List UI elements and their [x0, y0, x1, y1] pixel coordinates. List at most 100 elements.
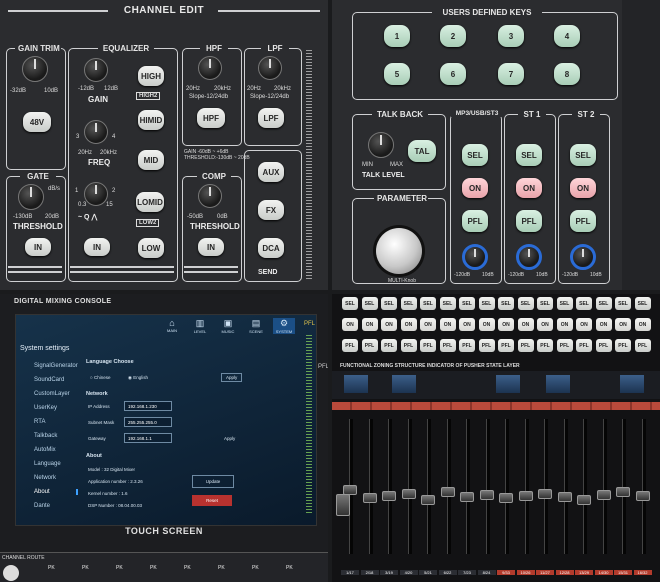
- side-user-key[interactable]: UserKey: [34, 405, 76, 411]
- subnet-mask-field[interactable]: 255.255.255.0: [124, 417, 172, 427]
- gain-trim-knob[interactable]: [22, 56, 48, 82]
- talkback-button[interactable]: TAL: [408, 140, 436, 162]
- nav-main[interactable]: ⌂ MAIN: [161, 318, 183, 333]
- pfl-button-ch4[interactable]: PFL: [400, 339, 417, 352]
- on-button-ch2[interactable]: ON: [361, 318, 378, 331]
- sel-button-ch3[interactable]: SEL: [381, 297, 397, 310]
- user-key-2[interactable]: 2: [440, 25, 466, 47]
- sel-button-ch10[interactable]: SEL: [517, 297, 534, 310]
- user-key-6[interactable]: 6: [440, 63, 466, 85]
- gateway-field[interactable]: 192.168.1.1: [124, 433, 172, 443]
- ip-address-field[interactable]: 192.168.1.230: [124, 401, 172, 411]
- eq-freq-knob[interactable]: [84, 120, 108, 144]
- lang-english-radio[interactable]: ◉ English: [128, 375, 148, 381]
- fader-cap-ch16[interactable]: [635, 491, 650, 501]
- pfl-button-ch14[interactable]: PFL: [595, 339, 612, 352]
- sel-button-ch4[interactable]: SEL: [400, 297, 417, 310]
- nav-scene[interactable]: ▤ SCENE: [245, 318, 267, 334]
- pfl-button-ch15[interactable]: PFL: [615, 339, 631, 352]
- on-button-ch7[interactable]: ON: [459, 318, 475, 331]
- user-key-5[interactable]: 5: [384, 63, 410, 85]
- comp-threshold-knob[interactable]: [198, 184, 222, 208]
- on-button-ch14[interactable]: ON: [595, 318, 612, 331]
- talk-level-knob[interactable]: [368, 132, 394, 158]
- gate-threshold-knob[interactable]: [18, 184, 44, 210]
- eq-himid-button[interactable]: HIMID: [138, 110, 164, 130]
- pfl-button-ch6[interactable]: PFL: [439, 339, 456, 352]
- sel-button-ch7[interactable]: SEL: [459, 297, 475, 310]
- fader-cap-ch15[interactable]: [616, 487, 630, 498]
- pfl-button-ch13[interactable]: PFL: [576, 339, 592, 352]
- strip-mp3-sel[interactable]: SEL: [462, 144, 488, 166]
- pfl-button-ch2[interactable]: PFL: [361, 339, 378, 352]
- left-fader-cap[interactable]: [336, 494, 350, 516]
- fader-cap-ch6[interactable]: [440, 487, 455, 498]
- nav-system[interactable]: ⚙ SYSTEM: [273, 318, 295, 334]
- on-button-ch4[interactable]: ON: [400, 318, 417, 331]
- fx-button[interactable]: FX: [258, 200, 284, 220]
- lpf-knob[interactable]: [258, 56, 282, 80]
- dca-button[interactable]: DCA: [258, 238, 284, 258]
- lang-chinese-radio[interactable]: ○ Chinese: [90, 375, 110, 380]
- fader-cap-ch11[interactable]: [538, 488, 552, 499]
- fader-cap-ch5[interactable]: [421, 494, 435, 505]
- side-custom-layer[interactable]: CustomLayer: [34, 391, 76, 397]
- aux-button[interactable]: AUX: [258, 162, 284, 182]
- sel-button-ch11[interactable]: SEL: [537, 297, 553, 310]
- route-knob[interactable]: [3, 565, 19, 581]
- user-key-3[interactable]: 3: [498, 25, 524, 47]
- eq-lomid-button[interactable]: LOMID: [136, 192, 164, 212]
- user-key-4[interactable]: 4: [554, 25, 580, 47]
- fader-cap-ch10[interactable]: [518, 491, 533, 501]
- side-network[interactable]: Network: [34, 475, 76, 481]
- 48v-button[interactable]: 48V: [23, 112, 51, 132]
- sel-button-ch14[interactable]: SEL: [595, 297, 612, 310]
- side-signal-generator[interactable]: SignalGenerator: [34, 363, 78, 369]
- side-about[interactable]: About: [34, 489, 78, 495]
- strip-st2-on[interactable]: ON: [570, 178, 596, 198]
- network-apply-button[interactable]: Apply: [224, 436, 235, 441]
- strip-st1-level-knob[interactable]: [516, 244, 542, 270]
- on-button-ch3[interactable]: ON: [381, 318, 397, 331]
- comp-in-button[interactable]: IN: [198, 238, 224, 256]
- nav-music[interactable]: ▣ MUSIC: [217, 318, 239, 334]
- sel-button-ch5[interactable]: SEL: [420, 297, 436, 310]
- eq-low-button[interactable]: LOW: [138, 238, 164, 258]
- fader-cap-ch3[interactable]: [382, 491, 396, 501]
- pfl-button-ch3[interactable]: PFL: [381, 339, 397, 352]
- sel-button-ch8[interactable]: SEL: [478, 297, 495, 310]
- on-button-ch5[interactable]: ON: [420, 318, 436, 331]
- eq-high-button[interactable]: HIGH: [138, 66, 164, 86]
- pfl-button-ch7[interactable]: PFL: [459, 339, 475, 352]
- fader-cap-ch2[interactable]: [362, 493, 377, 504]
- strip-st2-sel[interactable]: SEL: [570, 144, 596, 166]
- eq-in-button[interactable]: IN: [84, 238, 110, 256]
- fader-cap-ch14[interactable]: [596, 489, 611, 500]
- sel-button-ch2[interactable]: SEL: [361, 297, 378, 310]
- pfl-button-ch11[interactable]: PFL: [537, 339, 553, 352]
- update-button[interactable]: Update: [192, 475, 234, 488]
- strip-st1-sel[interactable]: SEL: [516, 144, 542, 166]
- fader-cap-ch7[interactable]: [460, 492, 474, 503]
- on-button-ch10[interactable]: ON: [517, 318, 534, 331]
- side-automix[interactable]: AutoMix: [34, 447, 76, 453]
- on-button-ch16[interactable]: ON: [634, 318, 651, 331]
- pfl-button-ch8[interactable]: PFL: [478, 339, 495, 352]
- on-button-ch1[interactable]: ON: [342, 318, 358, 331]
- strip-st1-on[interactable]: ON: [516, 178, 542, 198]
- sel-button-ch12[interactable]: SEL: [556, 297, 573, 310]
- pfl-button-ch12[interactable]: PFL: [556, 339, 573, 352]
- pfl-button-ch1[interactable]: PFL: [342, 339, 358, 352]
- fader-cap-ch4[interactable]: [401, 488, 416, 499]
- lpf-button[interactable]: LPF: [258, 108, 284, 128]
- sel-button-ch15[interactable]: SEL: [615, 297, 631, 310]
- side-language[interactable]: Language: [34, 461, 76, 467]
- sel-button-ch9[interactable]: SEL: [498, 297, 514, 310]
- eq-mid-button[interactable]: MID: [138, 150, 164, 170]
- side-rta[interactable]: RTA: [34, 419, 76, 425]
- side-talkback[interactable]: Talkback: [34, 433, 76, 439]
- strip-st1-pfl[interactable]: PFL: [516, 210, 542, 232]
- on-button-ch13[interactable]: ON: [576, 318, 592, 331]
- hpf-knob[interactable]: [198, 56, 222, 80]
- hpf-button[interactable]: HPF: [197, 108, 225, 128]
